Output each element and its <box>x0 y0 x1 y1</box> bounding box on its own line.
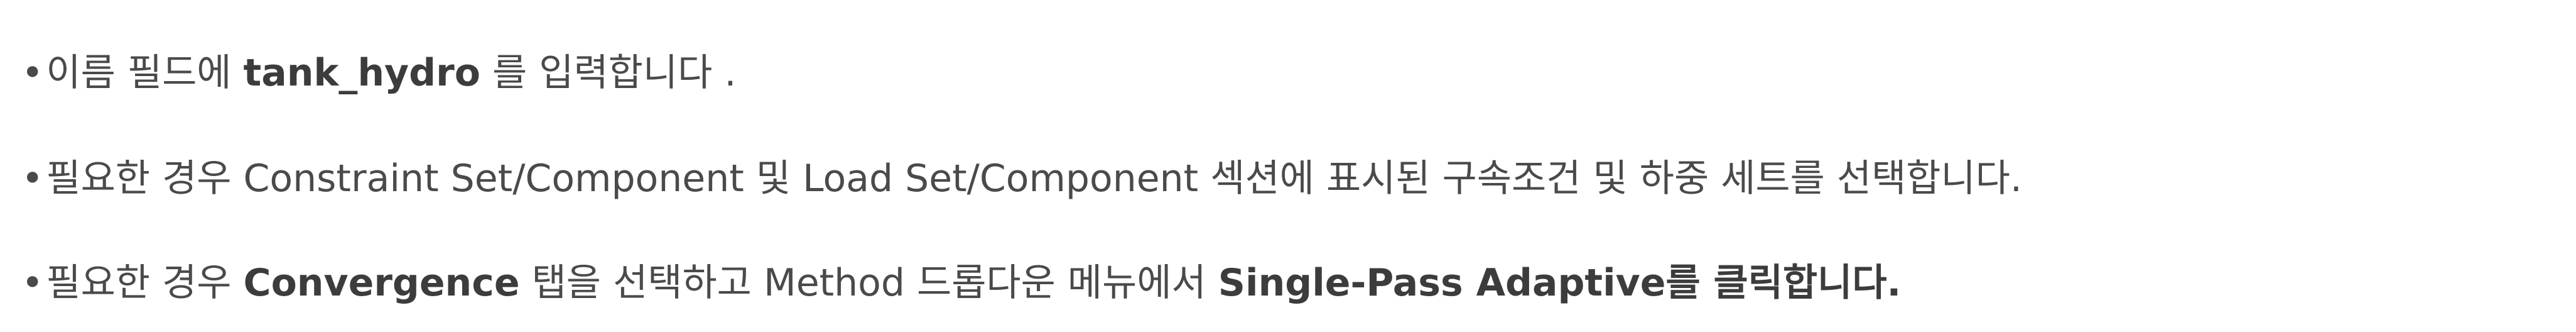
instruction-text: 필요한 경우 Constraint Set/Component 및 Load S… <box>46 157 2022 201</box>
instruction-line-3: •필요한 경우 Convergence 탭을 선택하고 Method 드롭다운 … <box>21 258 1901 308</box>
bullet-icon: • <box>21 261 44 305</box>
instruction-bold-text: Single-Pass Adaptive를 클릭합니다. <box>1218 261 1902 305</box>
bullet-icon: • <box>21 51 44 95</box>
instruction-text: 탭을 선택하고 Method 드롭다운 메뉴에서 <box>519 261 1218 305</box>
instruction-document: •이름 필드에 tank_hydro 를 입력합니다 . •필요한 경우 Con… <box>0 0 2576 332</box>
instruction-text: 를 입력합니다 . <box>480 51 737 95</box>
instruction-bold-text: Convergence <box>243 261 520 305</box>
instruction-text: 필요한 경우 <box>46 261 244 305</box>
instruction-text: 이름 필드에 <box>46 51 244 95</box>
instruction-line-1: •이름 필드에 tank_hydro 를 입력합니다 . <box>21 48 736 98</box>
instruction-line-2: •필요한 경우 Constraint Set/Component 및 Load … <box>21 153 2022 204</box>
bullet-icon: • <box>21 157 44 201</box>
instruction-bold-text: tank_hydro <box>243 51 480 95</box>
